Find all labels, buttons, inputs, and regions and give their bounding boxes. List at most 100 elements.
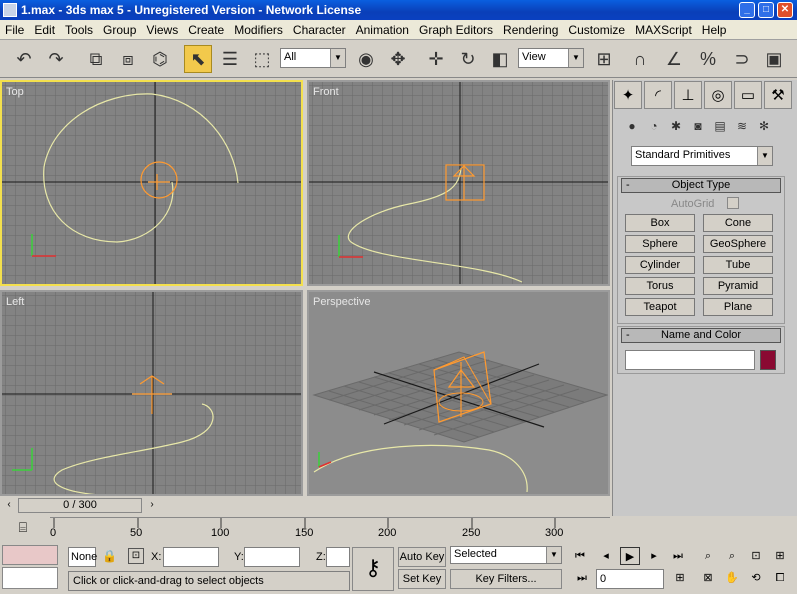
menu-modifiers[interactable]: Modifiers <box>229 23 288 37</box>
rotate-icon[interactable]: ↻ <box>454 45 482 73</box>
create-tab-icon[interactable]: ✦ <box>614 81 642 109</box>
select-by-name-icon[interactable]: ☰ <box>216 45 244 73</box>
bind-space-warp-icon[interactable]: ⌬ <box>146 45 174 73</box>
auto-key-button[interactable]: Auto Key <box>398 547 446 567</box>
menu-create[interactable]: Create <box>183 23 229 37</box>
box-button[interactable]: Box <box>625 214 695 232</box>
unlink-icon[interactable]: ⧈ <box>114 45 142 73</box>
torus-button[interactable]: Torus <box>625 277 695 295</box>
select-region-icon[interactable]: ◉ <box>352 45 380 73</box>
viewport-top[interactable]: Top <box>0 80 303 286</box>
close-button[interactable]: ✕ <box>777 2 793 18</box>
lights-icon[interactable]: ✱ <box>665 116 687 136</box>
lock-icon[interactable]: 🔒 <box>102 549 117 563</box>
time-slider[interactable]: 0 / 300 <box>18 498 142 513</box>
set-key-large-button[interactable]: ⚷ <box>352 547 394 591</box>
absolute-mode-icon[interactable]: ⊡ <box>128 548 144 564</box>
cylinder-button[interactable]: Cylinder <box>625 256 695 274</box>
sphere-button[interactable]: Sphere <box>625 235 695 253</box>
utilities-tab-icon[interactable]: ⚒ <box>764 81 792 109</box>
cameras-icon[interactable]: ◙ <box>687 116 709 136</box>
snap-icon[interactable]: ∩ <box>626 45 654 73</box>
selection-filter-dropdown[interactable]: All ▼ <box>280 48 346 68</box>
mini-curve-editor-icon[interactable]: ⌸ <box>12 519 34 537</box>
viewport-left[interactable]: Left <box>0 290 303 496</box>
autogrid-checkbox[interactable] <box>727 197 739 209</box>
plane-button[interactable]: Plane <box>703 298 773 316</box>
menu-customize[interactable]: Customize <box>563 23 630 37</box>
zoom-all-icon[interactable]: ⌕ <box>722 547 742 565</box>
spinner-snap-icon[interactable]: ⊃ <box>728 45 756 73</box>
pan-icon[interactable]: ✋ <box>722 569 742 587</box>
field-of-view-icon[interactable]: ⊠ <box>698 569 718 587</box>
z-coordinate-field[interactable] <box>326 547 350 567</box>
pyramid-button[interactable]: Pyramid <box>703 277 773 295</box>
hierarchy-tab-icon[interactable]: ⊥ <box>674 81 702 109</box>
menu-views[interactable]: Views <box>141 23 183 37</box>
coord-system-dropdown[interactable]: View ▼ <box>518 48 584 68</box>
key-filters-button[interactable]: Key Filters... <box>450 569 562 589</box>
menu-rendering[interactable]: Rendering <box>498 23 563 37</box>
zoom-extents-all-icon[interactable]: ⊞ <box>770 547 790 565</box>
current-frame-field[interactable]: 0 <box>596 569 664 589</box>
modify-tab-icon[interactable]: ◜ <box>644 81 672 109</box>
teapot-button[interactable]: Teapot <box>625 298 695 316</box>
key-mode-toggle-icon[interactable]: ⏭ <box>572 569 592 587</box>
arc-rotate-icon[interactable]: ⟲ <box>746 569 766 587</box>
select-link-icon[interactable]: ⧉ <box>82 45 110 73</box>
tube-button[interactable]: Tube <box>703 256 773 274</box>
space-warps-icon[interactable]: ≋ <box>731 116 753 136</box>
key-mode-dropdown[interactable]: Selected ▼ <box>450 546 562 564</box>
viewport-front[interactable]: Front <box>307 80 610 286</box>
maxscript-listener-pink[interactable] <box>2 545 58 565</box>
menu-group[interactable]: Group <box>98 23 141 37</box>
motion-tab-icon[interactable]: ◎ <box>704 81 732 109</box>
systems-icon[interactable]: ✻ <box>753 116 775 136</box>
menu-animation[interactable]: Animation <box>351 23 414 37</box>
go-to-end-icon[interactable]: ⏭ <box>668 547 688 565</box>
previous-frame-icon[interactable]: ◂ <box>596 547 616 565</box>
maxscript-listener-white[interactable] <box>2 567 58 589</box>
slider-right-arrow[interactable]: › <box>145 499 159 513</box>
percent-snap-icon[interactable]: % <box>694 45 722 73</box>
pivot-center-icon[interactable]: ⊞ <box>590 45 618 73</box>
angle-snap-icon[interactable]: ∠ <box>660 45 688 73</box>
menu-file[interactable]: File <box>0 23 29 37</box>
name-color-header[interactable]: - Name and Color <box>621 328 781 343</box>
helpers-icon[interactable]: ▤ <box>709 116 731 136</box>
menu-help[interactable]: Help <box>697 23 732 37</box>
menu-character[interactable]: Character <box>288 23 351 37</box>
minimize-button[interactable]: _ <box>739 2 755 18</box>
menu-tools[interactable]: Tools <box>60 23 98 37</box>
object-color-swatch[interactable] <box>760 350 776 370</box>
play-icon[interactable]: ▶ <box>620 547 640 565</box>
select-object-icon[interactable]: ⬉ <box>184 45 212 73</box>
move-icon[interactable]: ✛ <box>422 45 450 73</box>
x-coordinate-field[interactable] <box>163 547 219 567</box>
set-key-button[interactable]: Set Key <box>398 569 446 589</box>
menu-edit[interactable]: Edit <box>29 23 60 37</box>
scale-icon[interactable]: ◧ <box>486 45 514 73</box>
rect-selection-icon[interactable]: ⬚ <box>248 45 276 73</box>
geosphere-button[interactable]: GeoSphere <box>703 235 773 253</box>
category-dropdown[interactable]: Standard Primitives ▼ <box>631 146 773 166</box>
menu-maxscript[interactable]: MAXScript <box>630 23 697 37</box>
viewport-perspective[interactable]: Perspective <box>307 290 610 496</box>
go-to-start-icon[interactable]: ⏮ <box>570 547 590 565</box>
shapes-icon[interactable]: ◔ <box>643 116 665 136</box>
cone-button[interactable]: Cone <box>703 214 773 232</box>
undo-icon[interactable]: ↶ <box>10 45 38 73</box>
geometry-icon[interactable]: ● <box>621 116 643 136</box>
display-tab-icon[interactable]: ▭ <box>734 81 762 109</box>
redo-icon[interactable]: ↷ <box>42 45 70 73</box>
maximize-button[interactable]: □ <box>758 2 774 18</box>
maximize-viewport-icon[interactable]: ⧠ <box>770 569 790 587</box>
object-type-header[interactable]: - Object Type <box>621 178 781 193</box>
zoom-extents-icon[interactable]: ⊡ <box>746 547 766 565</box>
y-coordinate-field[interactable] <box>244 547 300 567</box>
slider-left-arrow[interactable]: ‹ <box>2 499 16 513</box>
next-frame-icon[interactable]: ▸ <box>644 547 664 565</box>
menu-graph-editors[interactable]: Graph Editors <box>414 23 498 37</box>
render-icon[interactable]: ▣ <box>760 45 788 73</box>
select-manipulate-icon[interactable]: ✥ <box>384 45 412 73</box>
